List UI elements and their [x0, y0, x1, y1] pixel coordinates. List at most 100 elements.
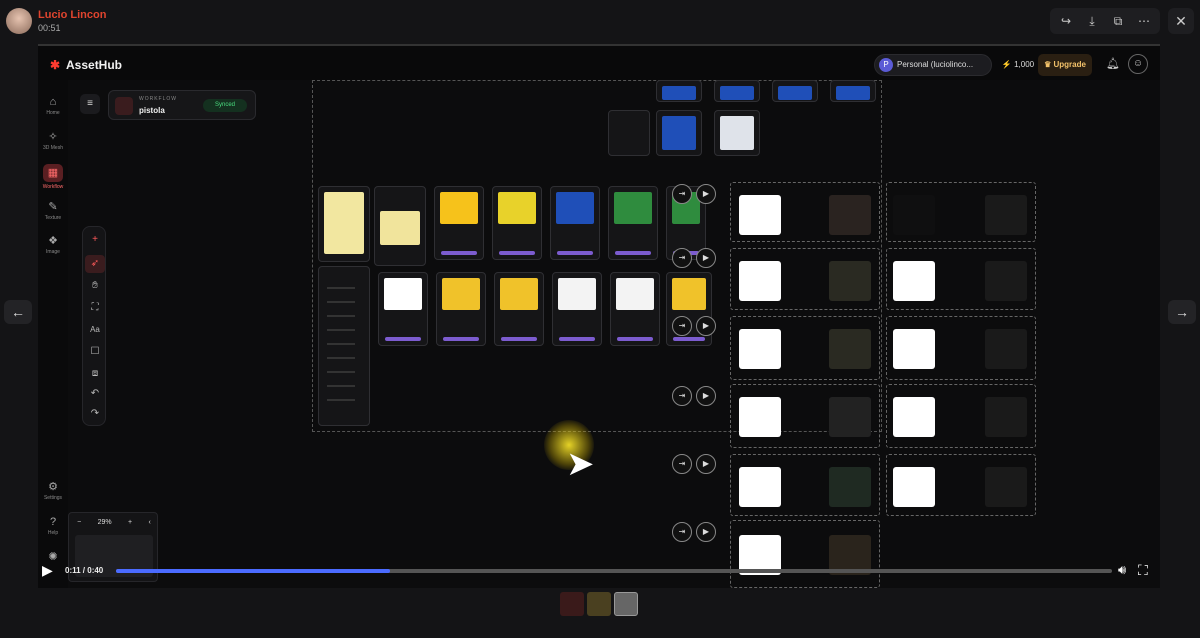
sidebar-item-workflow[interactable]: ▦ Workflow [38, 164, 68, 190]
timecode: 0:11 / 0:40 [65, 566, 104, 575]
step-icon[interactable]: ⇥ [672, 316, 692, 336]
sidebar: ⌂ Home ✧ 3D Mesh ▦ Workflow ✎ Texture ❖ Image… [38, 80, 68, 588]
cloth-node[interactable] [494, 272, 544, 346]
workflow-icon: ▦ [43, 164, 63, 182]
play-icon[interactable]: ▶ [696, 522, 716, 542]
close-icon[interactable]: ✕ [1168, 8, 1194, 34]
character-node[interactable] [374, 186, 426, 266]
zoom-in-icon[interactable]: + [128, 519, 132, 526]
generation-group[interactable] [730, 248, 880, 310]
sidebar-label: Workflow [42, 184, 64, 190]
shorts-node[interactable] [772, 80, 818, 102]
sidebar-label: 3D Mesh [42, 145, 63, 151]
user-icon[interactable]: ☺ [1128, 54, 1148, 74]
thumbnail[interactable] [587, 592, 611, 616]
pointer-icon[interactable]: ➶ [85, 255, 105, 273]
sidebar-item-help[interactable]: ? Help [38, 516, 68, 536]
workflow-label: WORKFLOW [139, 96, 177, 102]
generation-group[interactable] [730, 316, 880, 380]
shorts-node[interactable] [714, 80, 760, 102]
sock-node[interactable] [552, 272, 602, 346]
share-icon[interactable]: ↪ [1054, 14, 1078, 28]
credits-value: 1,000 [1014, 60, 1035, 69]
generation-group[interactable] [730, 182, 880, 242]
sidebar-label: Help [47, 530, 59, 536]
generation-group[interactable] [730, 384, 880, 448]
zoom-out-icon[interactable]: − [77, 519, 81, 526]
step-icon[interactable]: ⇥ [672, 248, 692, 268]
sidebar-item-settings[interactable]: ⚙ Settings [38, 480, 68, 501]
play-icon[interactable]: ▶ [696, 316, 716, 336]
app-header: ✱ AssetHub P Personal (luciolinco... ⚡ 1… [38, 44, 1160, 80]
previous-arrow-icon[interactable]: ← [4, 300, 32, 324]
jersey-node[interactable] [492, 186, 542, 260]
sock-node[interactable] [610, 272, 660, 346]
sidebar-label: Settings [43, 495, 63, 501]
undo-icon[interactable]: ↶ [85, 385, 105, 403]
volume-icon[interactable]: 🔊︎ [1118, 562, 1126, 578]
play-icon[interactable]: ▶ [696, 386, 716, 406]
scan-icon[interactable]: ⛶ [85, 299, 105, 317]
generation-group[interactable] [886, 182, 1036, 242]
step-icon[interactable]: ⇥ [672, 386, 692, 406]
fullscreen-icon[interactable]: ⛶ [1138, 562, 1148, 579]
thumbnail[interactable] [614, 592, 638, 616]
video-player[interactable]: ✱ AssetHub P Personal (luciolinco... ⚡ 1… [38, 44, 1160, 588]
home-icon: ⌂ [49, 96, 57, 108]
hand-icon[interactable]: ✋︎ [85, 277, 105, 295]
sidebar-item-texture[interactable]: ✎ Texture [38, 200, 68, 221]
sidebar-item-3d-mesh[interactable]: ✧ 3D Mesh [38, 130, 68, 151]
generation-group[interactable] [886, 248, 1036, 310]
more-icon[interactable]: ⋯ [1132, 14, 1156, 28]
hands-node[interactable] [436, 272, 486, 346]
band-node[interactable] [714, 110, 760, 156]
workflow-icon [115, 97, 133, 115]
play-icon[interactable]: ▶ [42, 562, 53, 579]
step-icon[interactable]: ⇥ [672, 454, 692, 474]
next-arrow-icon[interactable]: → [1168, 300, 1196, 324]
assethub-app: ✱ AssetHub P Personal (luciolinco... ⚡ 1… [38, 44, 1160, 588]
shorts-node[interactable] [830, 80, 876, 102]
sidebar-item-home[interactable]: ⌂ Home [38, 96, 68, 116]
lightning-icon: ⚡ [1001, 60, 1012, 69]
split-node[interactable] [608, 110, 650, 156]
generation-group[interactable] [886, 454, 1036, 516]
prompt-list-node[interactable] [318, 266, 370, 426]
generation-group[interactable] [886, 384, 1036, 448]
upgrade-button[interactable]: ♛ Upgrade [1038, 54, 1092, 76]
cursor-icon: ➤ [566, 445, 595, 483]
comment-icon[interactable]: ☐ [85, 343, 105, 361]
source-image-node[interactable] [318, 186, 370, 262]
play-icon[interactable]: ▶ [696, 184, 716, 204]
bell-icon[interactable]: 🔔︎ [1106, 57, 1120, 70]
avatar[interactable] [6, 8, 32, 34]
gear-icon: ⚙ [48, 481, 58, 493]
head-node[interactable] [434, 186, 484, 260]
sidebar-item-image[interactable]: ❖ Image [38, 234, 68, 255]
workspace-selector[interactable]: P Personal (luciolinco... [874, 54, 992, 76]
open-external-icon[interactable]: ⧉ [1106, 14, 1130, 29]
shorts-node[interactable] [656, 80, 702, 102]
beak-node[interactable] [378, 272, 428, 346]
workflow-canvas[interactable]: ≡ WORKFLOW pistola Synced + ➶ ✋︎ ⛶ Aa ☐ … [68, 80, 1160, 588]
shorts-node[interactable] [550, 186, 600, 260]
menu-icon[interactable]: ≡ [80, 94, 100, 114]
thumbnail[interactable] [560, 592, 584, 616]
redo-icon[interactable]: ↷ [85, 405, 105, 423]
shorts-node[interactable] [656, 110, 702, 156]
collapse-icon[interactable]: ‹ [148, 519, 150, 526]
add-icon[interactable]: + [85, 231, 105, 249]
step-icon[interactable]: ⇥ [672, 522, 692, 542]
download-icon[interactable]: ⤓ [1080, 14, 1104, 29]
play-icon[interactable]: ▶ [696, 454, 716, 474]
attachment-thumbnails [560, 592, 638, 618]
generation-group[interactable] [730, 454, 880, 516]
generation-group[interactable] [886, 316, 1036, 380]
text-icon[interactable]: Aa [85, 321, 105, 339]
message-author[interactable]: Lucio Lincon [38, 9, 106, 21]
step-icon[interactable]: ⇥ [672, 184, 692, 204]
boots-node[interactable] [608, 186, 658, 260]
play-icon[interactable]: ▶ [696, 248, 716, 268]
frame-icon[interactable]: ⧈ [85, 365, 105, 383]
message-time: 00:51 [38, 23, 61, 33]
